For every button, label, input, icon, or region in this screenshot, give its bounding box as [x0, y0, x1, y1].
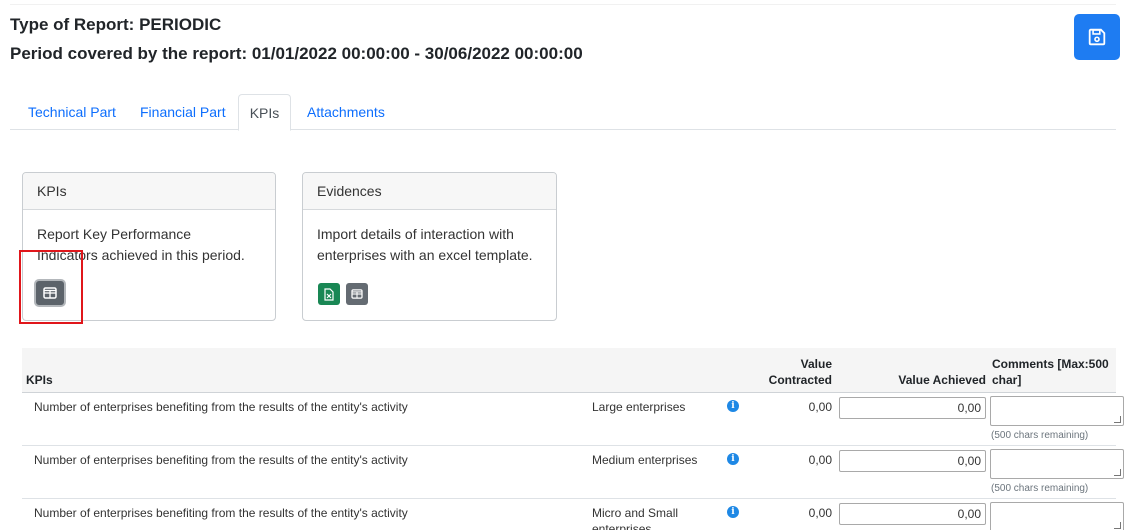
- floppy-disk-icon: [1088, 28, 1106, 46]
- resize-handle-icon: [1114, 469, 1121, 476]
- info-icon[interactable]: i: [727, 506, 739, 518]
- header-value-achieved: Value Achieved: [898, 373, 986, 387]
- info-icon[interactable]: i: [727, 400, 739, 412]
- evidences-card-text: Import details of interaction with enter…: [317, 226, 533, 263]
- chars-remaining: (500 chars remaining): [991, 430, 1089, 441]
- comments-textarea[interactable]: [990, 449, 1124, 479]
- kpi-description: Number of enterprises benefiting from th…: [34, 453, 408, 467]
- report-period-title: Period covered by the report: 01/01/2022…: [10, 44, 583, 63]
- comments-textarea[interactable]: [990, 396, 1124, 426]
- evidences-table-button[interactable]: [346, 283, 368, 305]
- kpi-description: Number of enterprises benefiting from th…: [34, 400, 408, 414]
- kpi-description: Number of enterprises benefiting from th…: [34, 506, 408, 520]
- tab-bar: Technical Part Financial Part KPIs Attac…: [10, 94, 1116, 131]
- value-achieved-input[interactable]: 0,00: [839, 503, 986, 525]
- kpi-category-line2: enterprises: [592, 522, 652, 530]
- header-comments-line2: char]: [992, 373, 1022, 387]
- comments-textarea[interactable]: [990, 502, 1124, 530]
- highlight-box: [19, 250, 83, 324]
- table-row: Number of enterprises benefiting from th…: [22, 393, 1124, 446]
- kpi-category: Medium enterprises: [592, 453, 698, 467]
- evidences-card: Evidences Import details of interaction …: [302, 172, 557, 321]
- tab-kpis[interactable]: KPIs: [238, 94, 291, 131]
- header-value-contracted-line1: Value: [800, 357, 832, 371]
- table-row: Number of enterprises benefiting from th…: [22, 499, 1124, 530]
- tab-technical-part[interactable]: Technical Part: [28, 94, 116, 130]
- kpi-category: Large enterprises: [592, 400, 686, 414]
- value-achieved-input[interactable]: 0,00: [839, 397, 986, 419]
- info-icon[interactable]: i: [727, 453, 739, 465]
- table-header: KPIs Value Contracted Value Achieved Com…: [22, 348, 1116, 393]
- header-comments-line1: Comments [Max:500: [992, 357, 1109, 371]
- value-contracted: 0,00: [808, 400, 832, 414]
- resize-handle-icon: [1114, 416, 1121, 423]
- kpis-card-title: KPIs: [23, 173, 275, 210]
- value-achieved-input[interactable]: 0,00: [839, 450, 986, 472]
- table-icon: [351, 289, 363, 299]
- excel-import-button[interactable]: [318, 283, 340, 305]
- kpi-category: Micro and Small: [592, 506, 679, 520]
- table-row: Number of enterprises benefiting from th…: [22, 446, 1124, 499]
- value-contracted: 0,00: [808, 506, 832, 520]
- excel-file-icon: [324, 287, 334, 301]
- tab-financial-part[interactable]: Financial Part: [140, 94, 226, 130]
- resize-handle-icon: [1114, 522, 1121, 529]
- top-divider: [10, 4, 1116, 5]
- header-value-contracted-line2: Contracted: [768, 373, 832, 387]
- value-contracted: 0,00: [808, 453, 832, 467]
- header-kpis: KPIs: [26, 373, 53, 387]
- save-button[interactable]: [1074, 14, 1120, 60]
- tab-attachments[interactable]: Attachments: [307, 94, 385, 130]
- report-type-title: Type of Report: PERIODIC: [10, 15, 222, 34]
- evidences-card-title: Evidences: [303, 173, 556, 210]
- chars-remaining: (500 chars remaining): [991, 483, 1089, 494]
